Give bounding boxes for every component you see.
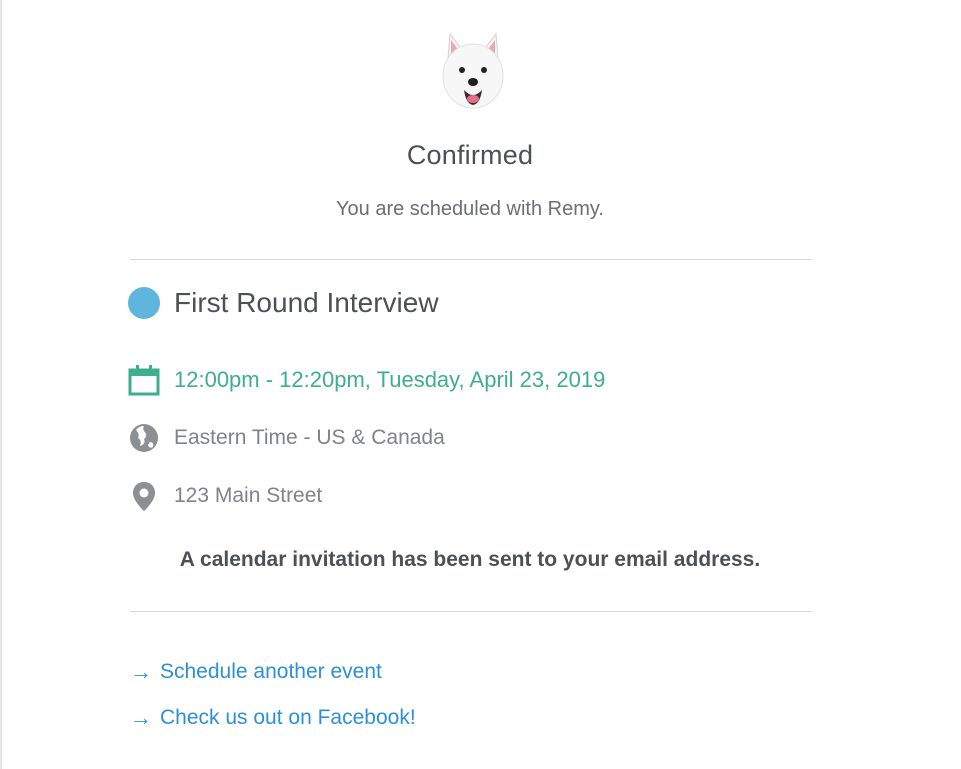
- event-header: First Round Interview: [128, 287, 439, 319]
- map-pin-icon: [133, 482, 155, 511]
- event-datetime: 12:00pm - 12:20pm, Tuesday, April 23, 20…: [174, 367, 606, 392]
- calendar-invite-notice: A calendar invitation has been sent to y…: [179, 548, 761, 571]
- arrow-right-icon: →: [130, 659, 152, 684]
- event-name: First Round Interview: [174, 287, 439, 318]
- globe-icon: [130, 424, 158, 452]
- event-color-dot: [128, 287, 160, 319]
- event-location: 123 Main Street: [174, 484, 323, 507]
- facebook-link[interactable]: → Check us out on Facebook!: [130, 706, 416, 730]
- event-location-row: 123 Main Street: [128, 480, 322, 512]
- divider: [130, 259, 812, 260]
- divider: [130, 611, 812, 612]
- schedule-another-event-link[interactable]: → Schedule another event: [130, 660, 382, 684]
- confirmation-subtitle: You are scheduled with Remy.: [336, 198, 604, 220]
- confirmation-title: Confirmed: [406, 140, 534, 170]
- arrow-right-icon: →: [130, 705, 152, 730]
- link-label: Check us out on Facebook!: [160, 706, 416, 729]
- window-edge: [0, 0, 2, 769]
- event-timezone: Eastern Time - US & Canada: [174, 426, 445, 449]
- event-datetime-row: 12:00pm - 12:20pm, Tuesday, April 23, 20…: [128, 364, 605, 396]
- avatar: [442, 32, 504, 109]
- event-timezone-row: Eastern Time - US & Canada: [128, 422, 445, 454]
- calendar-icon: [128, 365, 160, 396]
- link-label: Schedule another event: [160, 660, 382, 683]
